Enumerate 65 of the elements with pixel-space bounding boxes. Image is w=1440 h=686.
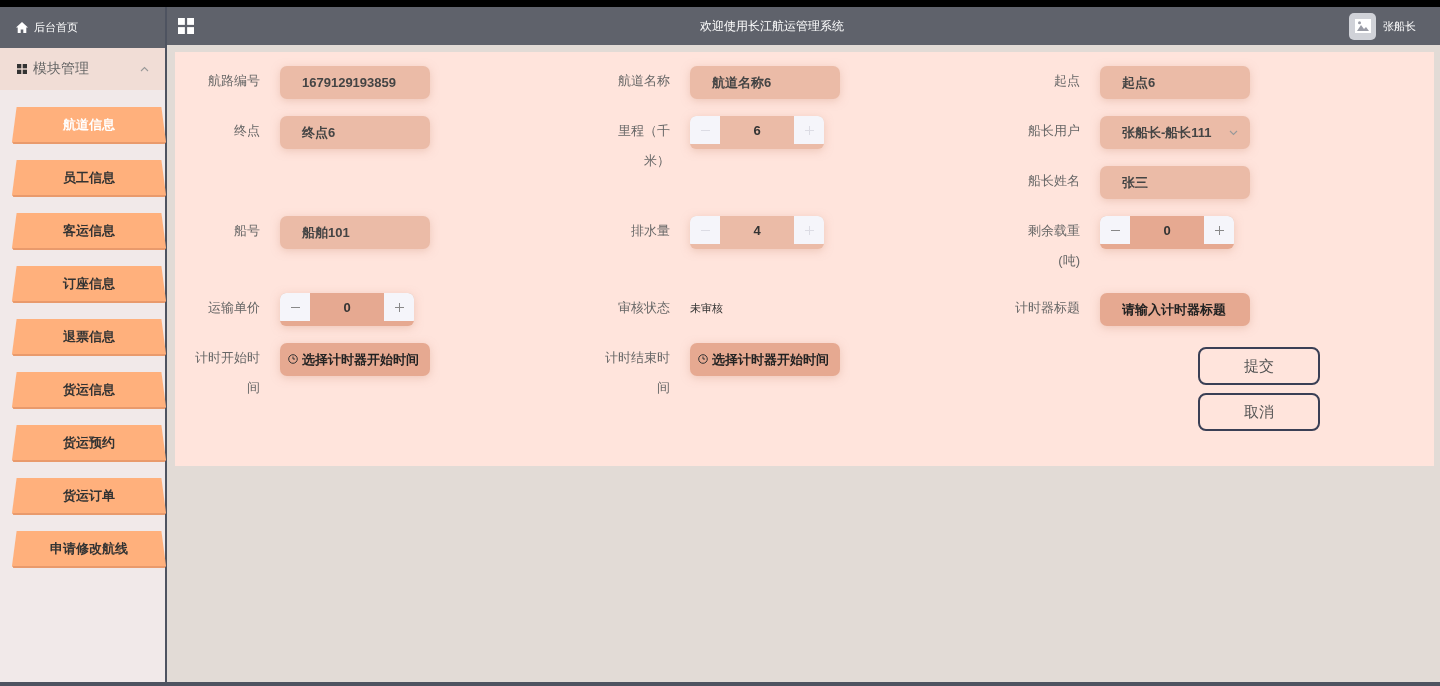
increment-button[interactable] bbox=[1204, 216, 1234, 244]
field-label: 剩余载重(吨) bbox=[1027, 222, 1080, 270]
input-field[interactable]: 请输入计时器标题 bbox=[1100, 293, 1250, 326]
select-field[interactable]: 张船长-船长111 bbox=[1100, 116, 1250, 149]
field-label: 计时结束时间 bbox=[604, 349, 670, 397]
clock-icon bbox=[288, 354, 298, 364]
increment-button[interactable] bbox=[384, 293, 414, 321]
menu-item[interactable]: 员工信息 bbox=[12, 160, 166, 197]
home-bar[interactable]: 后台首页 bbox=[0, 7, 165, 48]
field-label: 航路编号 bbox=[207, 72, 260, 90]
menu-item[interactable]: 货运信息 bbox=[12, 372, 166, 409]
plus-icon bbox=[804, 125, 814, 135]
menu-group-header[interactable]: 模块管理 bbox=[0, 48, 165, 90]
decrement-button[interactable] bbox=[280, 293, 310, 321]
field-label: 计时开始时间 bbox=[194, 349, 260, 397]
field-label: 计时器标题 bbox=[1014, 299, 1080, 317]
stepper-value: 6 bbox=[752, 122, 762, 140]
stepper-value: 4 bbox=[752, 222, 762, 240]
plus-icon bbox=[394, 302, 404, 312]
menu-group-label: 模块管理 bbox=[33, 60, 90, 78]
field-label: 审核状态 bbox=[617, 299, 670, 317]
user-name[interactable]: 张船长 bbox=[1383, 18, 1416, 34]
menu-item[interactable]: 申请修改航线 bbox=[12, 531, 166, 568]
plus-icon bbox=[1214, 225, 1224, 235]
menu-item[interactable]: 退票信息 bbox=[12, 319, 166, 356]
menu-item[interactable]: 客运信息 bbox=[12, 213, 166, 250]
field-label: 里程（千米） bbox=[617, 122, 670, 170]
minus-icon bbox=[290, 306, 300, 308]
home-icon bbox=[16, 22, 28, 33]
stepper-value: 0 bbox=[342, 299, 352, 317]
field-label: 起点 bbox=[1053, 72, 1080, 90]
menu-item[interactable]: 货运订单 bbox=[12, 478, 166, 515]
chevron-icon bbox=[1229, 129, 1238, 136]
chevron-icon bbox=[140, 66, 149, 72]
action-button[interactable]: 取消 bbox=[1198, 393, 1320, 431]
text-field[interactable]: 航道名称6 bbox=[690, 66, 840, 99]
app-title: 欢迎使用长江航运管理系统 bbox=[698, 17, 845, 35]
text-field[interactable]: 1679129193859 bbox=[280, 66, 430, 99]
image-icon bbox=[1354, 19, 1371, 33]
field-label: 运输单价 bbox=[207, 299, 260, 317]
date-field[interactable]: 选择计时器开始时间 bbox=[690, 343, 840, 376]
plus-icon bbox=[804, 225, 814, 235]
field-label: 航道名称 bbox=[617, 72, 670, 90]
menu-item[interactable]: 货运预约 bbox=[12, 425, 166, 462]
field-label: 终点 bbox=[233, 122, 260, 140]
home-link[interactable]: 后台首页 bbox=[34, 20, 78, 35]
text-field[interactable]: 起点6 bbox=[1100, 66, 1250, 99]
grid-icon bbox=[17, 64, 27, 74]
field-label: 船长姓名 bbox=[1027, 172, 1080, 190]
minus-icon bbox=[1110, 229, 1120, 231]
field-label: 船号 bbox=[233, 222, 260, 240]
grid-menu-icon bbox=[178, 18, 194, 34]
clock-icon bbox=[698, 354, 708, 364]
decrement-button[interactable] bbox=[1100, 216, 1130, 244]
menu-item[interactable]: 订座信息 bbox=[12, 266, 166, 303]
text-field[interactable]: 终点6 bbox=[280, 116, 430, 149]
text-field[interactable]: 张三 bbox=[1100, 166, 1250, 199]
text-field[interactable]: 船舶101 bbox=[280, 216, 430, 249]
field-label: 排水量 bbox=[630, 222, 670, 240]
field-label: 船长用户 bbox=[1027, 122, 1080, 140]
date-field[interactable]: 选择计时器开始时间 bbox=[280, 343, 430, 376]
action-button[interactable]: 提交 bbox=[1198, 347, 1320, 385]
avatar[interactable] bbox=[1349, 12, 1376, 40]
stepper-value: 0 bbox=[1162, 222, 1172, 240]
status-text: 未审核 bbox=[690, 301, 723, 316]
